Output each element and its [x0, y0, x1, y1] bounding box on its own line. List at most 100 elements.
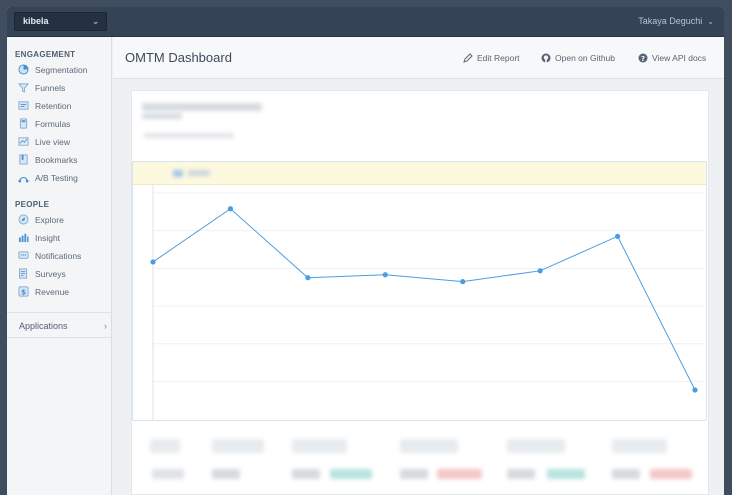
project-selector[interactable]: kibela ⌄: [14, 12, 107, 31]
line-chart-panel: [132, 161, 707, 421]
data-point[interactable]: [382, 272, 388, 278]
calculator-icon: [19, 118, 28, 129]
sidebar-item-retention[interactable]: Retention: [15, 98, 107, 114]
sidebar-item-label: Surveys: [35, 269, 66, 279]
blurred-table-cell: [330, 469, 372, 479]
github-icon: [541, 53, 551, 63]
notification-icon: [18, 251, 29, 259]
app-window: kibela ⌄ Takaya Deguchi ⌄ ENGAGEMENT Segm…: [7, 7, 724, 495]
sidebar-item-notifications[interactable]: Notifications: [15, 248, 107, 264]
blurred-table-header: [612, 439, 667, 453]
sidebar-item-label: A/B Testing: [35, 173, 78, 183]
sidebar-item-label: Notifications: [35, 251, 82, 261]
sidebar-item-label: Retention: [35, 101, 72, 111]
sidebar-item-label: Segmentation: [35, 65, 88, 75]
report-card: [131, 90, 709, 495]
sidebar-item-funnels[interactable]: Funnels: [15, 80, 107, 96]
live-chart-icon: [18, 137, 29, 146]
blurred-table-cell: [212, 469, 240, 479]
open-github-button[interactable]: Open on Github: [541, 53, 615, 63]
data-point[interactable]: [460, 279, 466, 285]
view-api-docs-label: View API docs: [652, 53, 707, 63]
pencil-icon: [463, 53, 473, 63]
insight-icon: [18, 233, 29, 243]
section-title-people: PEOPLE: [15, 200, 50, 209]
sidebar-divider: [7, 312, 112, 313]
blurred-table-cell: [400, 469, 428, 479]
retention-icon: [18, 101, 29, 110]
sidebar-item-label: Explore: [35, 215, 64, 225]
user-menu[interactable]: Takaya Deguchi ⌄: [638, 16, 714, 26]
blurred-report-subtitle: [144, 133, 234, 138]
data-point[interactable]: [305, 275, 311, 281]
blurred-legend-item: [188, 170, 210, 176]
sidebar-item-label: Insight: [35, 233, 61, 243]
dollar-icon: $: [18, 286, 29, 297]
blurred-table-cell: [650, 469, 692, 479]
series-line: [152, 208, 696, 391]
blurred-table-header: [507, 439, 565, 453]
sidebar-item-label: Bookmarks: [35, 155, 78, 165]
blurred-report-title: [142, 113, 182, 119]
user-name: Takaya Deguchi: [638, 16, 703, 26]
main-content: [113, 80, 724, 495]
sidebar-item-label: Formulas: [35, 119, 71, 129]
pie-chart-icon: [18, 64, 29, 75]
sidebar-item-live-view[interactable]: Live view: [15, 134, 107, 150]
data-table: [132, 431, 710, 495]
sidebar-item-segmentation[interactable]: Segmentation: [15, 62, 107, 78]
blurred-table-header: [150, 439, 180, 453]
chevron-down-icon: ⌄: [707, 17, 714, 26]
blurred-table-cell: [152, 469, 184, 479]
data-point[interactable]: [614, 233, 621, 239]
project-name: kibela: [23, 16, 49, 26]
chevron-right-icon: ›: [104, 321, 107, 331]
chart-legend-strip: [133, 162, 706, 185]
sidebar-item-surveys[interactable]: Surveys: [15, 266, 107, 282]
blurred-table-header: [400, 439, 458, 453]
data-point[interactable]: [692, 387, 698, 393]
sidebar-item-applications[interactable]: Applications ›: [19, 319, 107, 333]
page-header: OMTM Dashboard Edit Report Open on Githu…: [113, 37, 724, 79]
sidebar-item-formulas[interactable]: Formulas: [15, 116, 107, 132]
sidebar-divider: [7, 337, 112, 338]
blurred-legend-item: [173, 170, 183, 177]
ab-test-icon: [18, 176, 29, 183]
blurred-report-title: [142, 103, 262, 111]
blurred-table-cell: [507, 469, 535, 479]
edit-report-label: Edit Report: [477, 53, 520, 63]
blurred-table-cell: [612, 469, 640, 479]
blurred-table-header: [292, 439, 347, 453]
sidebar-item-insight[interactable]: Insight: [15, 230, 107, 246]
sidebar-item-explore[interactable]: Explore: [15, 212, 107, 228]
blurred-table-header: [212, 439, 264, 453]
sidebar-item-revenue[interactable]: $ Revenue: [15, 284, 107, 300]
sidebar: ENGAGEMENT Segmentation Funnels Retentio…: [7, 37, 112, 495]
section-title-engagement: ENGAGEMENT: [15, 50, 76, 59]
sidebar-item-ab-testing[interactable]: A/B Testing: [15, 170, 107, 186]
sidebar-item-label: Funnels: [35, 83, 66, 93]
blurred-table-cell: [437, 469, 482, 479]
funnel-icon: [18, 83, 29, 93]
page-title: OMTM Dashboard: [125, 50, 232, 65]
sidebar-item-bookmarks[interactable]: Bookmarks: [15, 152, 107, 168]
bookmark-icon: [19, 154, 28, 165]
sidebar-item-label: Revenue: [35, 287, 70, 297]
data-point[interactable]: [150, 259, 156, 265]
compass-icon: [18, 214, 29, 225]
edit-report-button[interactable]: Edit Report: [463, 53, 520, 63]
top-bar: kibela ⌄ Takaya Deguchi ⌄: [7, 7, 724, 37]
open-github-label: Open on Github: [555, 53, 616, 63]
sidebar-item-label: Live view: [35, 137, 70, 147]
data-point[interactable]: [227, 206, 234, 212]
svg-text:?: ?: [641, 55, 645, 63]
help-icon: ?: [638, 53, 648, 63]
data-point[interactable]: [537, 268, 543, 274]
view-api-docs-button[interactable]: ? View API docs: [638, 53, 706, 63]
applications-label: Applications: [19, 321, 68, 331]
svg-text:$: $: [21, 287, 26, 296]
blurred-table-cell: [292, 469, 320, 479]
survey-icon: [19, 268, 28, 279]
line-chart: [150, 185, 705, 421]
blurred-table-cell: [547, 469, 585, 479]
